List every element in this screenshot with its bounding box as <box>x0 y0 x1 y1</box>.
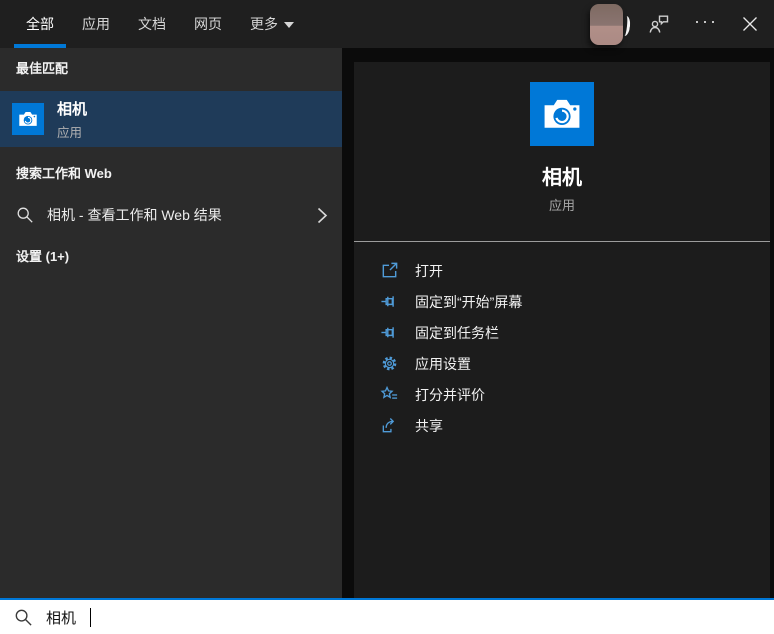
best-match-title: 相机 <box>57 100 88 118</box>
launch-icon <box>382 262 398 278</box>
text-caret <box>90 607 92 627</box>
action-open-label: 打开 <box>415 262 443 279</box>
search-icon <box>15 609 32 626</box>
tab-more[interactable]: 更多 <box>238 0 306 48</box>
settings-header: 设置 (1+) <box>16 249 70 264</box>
pin-icon <box>381 327 394 338</box>
action-pin-to-start-label: 固定到“开始”屏幕 <box>415 293 523 310</box>
app-actions-list: 打开 固定到“开始”屏幕 固定到任务栏 应用设置 打分并评价 共享 <box>354 242 770 441</box>
chevron-down-icon <box>284 22 294 28</box>
tab-all-label: 全部 <box>26 16 54 32</box>
share-icon <box>382 417 395 433</box>
gear-icon <box>382 356 397 371</box>
windows-search-flyout: 全部 应用 文档 网页 更多 ··· 最佳匹配 相机 应用 搜索工作和 Web … <box>0 0 774 634</box>
camera-icon <box>530 82 594 146</box>
best-match-header: 最佳匹配 <box>16 61 69 76</box>
tab-all[interactable]: 全部 <box>14 0 66 48</box>
search-filter-bar: 全部 应用 文档 网页 更多 ··· <box>0 0 774 48</box>
action-app-settings[interactable]: 应用设置 <box>380 348 770 379</box>
search-web-header: 搜索工作和 Web <box>16 166 112 181</box>
search-web-result-row[interactable]: 相机 - 查看工作和 Web 结果 <box>0 200 342 230</box>
action-app-settings-label: 应用设置 <box>415 355 471 372</box>
chevron-right-icon <box>317 207 328 223</box>
action-rate-review[interactable]: 打分并评价 <box>380 379 770 410</box>
tab-web[interactable]: 网页 <box>182 0 234 48</box>
tab-more-label: 更多 <box>250 16 278 32</box>
topbar-actions: ··· <box>590 0 774 48</box>
tab-apps[interactable]: 应用 <box>70 0 122 48</box>
tab-web-label: 网页 <box>194 16 222 32</box>
filter-tabs: 全部 应用 文档 网页 更多 <box>0 0 308 48</box>
camera-icon <box>12 103 44 135</box>
app-title: 相机 <box>542 167 582 189</box>
search-web-result-label: 相机 - 查看工作和 Web 结果 <box>47 207 222 223</box>
action-rate-review-label: 打分并评价 <box>415 386 485 403</box>
ellipsis-icon[interactable]: ··· <box>694 12 718 32</box>
user-avatar[interactable] <box>590 4 624 45</box>
action-share-label: 共享 <box>415 417 443 434</box>
app-detail-panel: 相机 应用 打开 固定到“开始”屏幕 固定到任务栏 应用设置 打分并评价 共享 <box>354 62 770 598</box>
action-pin-to-taskbar[interactable]: 固定到任务栏 <box>380 317 770 348</box>
tab-documents-label: 文档 <box>138 16 166 32</box>
star-list-icon <box>380 385 398 399</box>
action-pin-to-start[interactable]: 固定到“开始”屏幕 <box>380 286 770 317</box>
action-open[interactable]: 打开 <box>380 255 770 286</box>
action-share[interactable]: 共享 <box>380 410 770 441</box>
tab-documents[interactable]: 文档 <box>126 0 178 48</box>
search-input[interactable]: 相机 <box>46 607 76 628</box>
app-type-label: 应用 <box>548 198 575 213</box>
search-bar[interactable]: 相机 <box>0 598 774 634</box>
feedback-icon[interactable] <box>647 13 670 35</box>
close-icon[interactable] <box>742 16 758 32</box>
best-match-result-camera[interactable]: 相机 应用 <box>0 91 342 147</box>
action-pin-to-taskbar-label: 固定到任务栏 <box>415 324 499 341</box>
best-match-subtitle: 应用 <box>57 125 83 140</box>
tab-apps-label: 应用 <box>82 16 110 32</box>
pin-icon <box>381 296 394 307</box>
search-icon <box>17 207 33 223</box>
results-panel: 最佳匹配 相机 应用 搜索工作和 Web 相机 - 查看工作和 Web 结果 设… <box>0 48 342 598</box>
